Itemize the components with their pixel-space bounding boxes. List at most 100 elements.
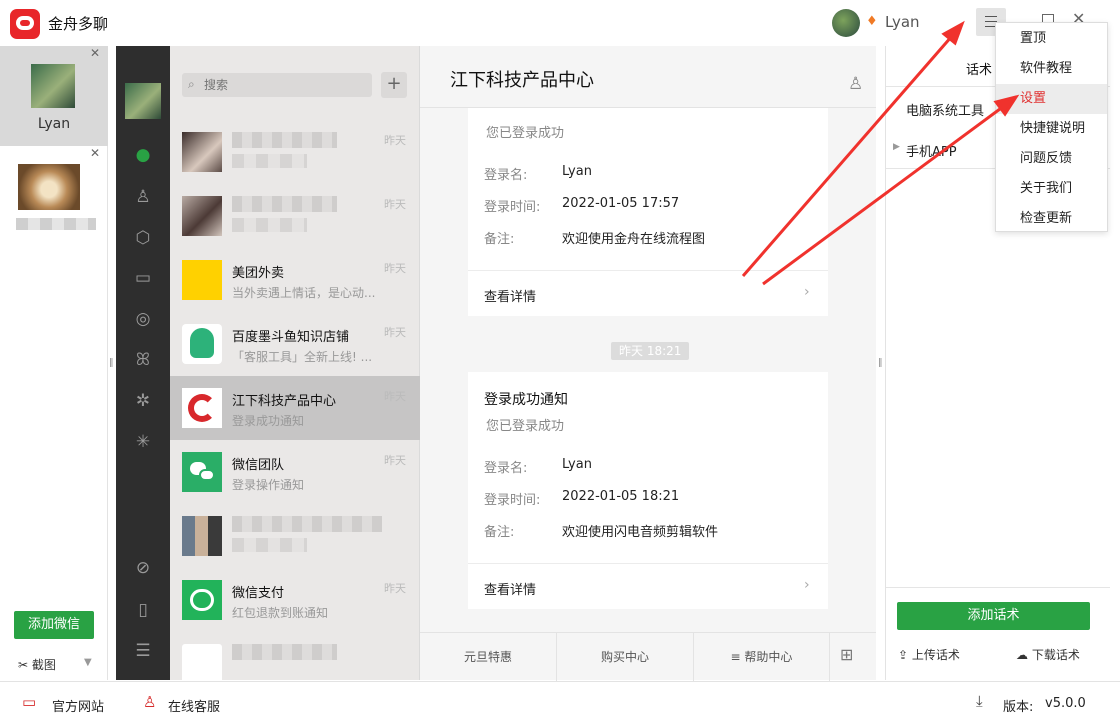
menu-item-tutorial[interactable]: 软件教程 (996, 54, 1107, 84)
close-account-icon[interactable]: ✕ (90, 46, 100, 60)
box-icon[interactable]: ⬡ (131, 226, 155, 250)
chat-item[interactable]: 美团外卖 当外卖遇上情话，是心动... 昨天 (170, 248, 420, 312)
menu-item-about[interactable]: 关于我们 (996, 174, 1107, 204)
title-bar (0, 0, 1120, 46)
chat-time: 昨天 (384, 198, 406, 211)
sidebar-avatar[interactable] (125, 83, 161, 119)
account-avatar[interactable] (18, 164, 80, 210)
collapse-left-handle[interactable]: ‖ (109, 358, 114, 368)
add-wechat-button[interactable]: 添加微信 (14, 611, 94, 639)
chat-last-message: 当外卖遇上情话，是心动... (232, 286, 376, 300)
download-update-icon[interactable]: ⤓ (976, 692, 983, 710)
note-label: 备注: (484, 232, 515, 247)
user-avatar[interactable] (832, 9, 860, 37)
chat-name-blurred (232, 516, 382, 532)
chat-last-message: 登录成功通知 (232, 414, 305, 428)
meituan-avatar (182, 260, 222, 300)
version-label: 版本: (1003, 700, 1034, 715)
menu-item-pin[interactable]: 置顶 (996, 24, 1107, 54)
phone-icon[interactable]: ▯ (131, 598, 155, 622)
view-detail-link[interactable]: 查看详情 (484, 579, 536, 598)
chat-name-blurred (232, 132, 337, 148)
screenshot-dropdown-icon[interactable]: ▼ (84, 657, 92, 668)
account-name-blurred (16, 218, 96, 230)
main-menu-dropdown: 置顶 软件教程 设置 快捷键说明 问题反馈 关于我们 检查更新 (995, 22, 1108, 232)
divider (886, 587, 1110, 588)
search-input[interactable] (204, 78, 364, 92)
account-column: Lyan ✕ ✕ 添加微信 ✂ 截图 ▼ (0, 46, 108, 680)
login-name-value: Lyan (562, 164, 592, 179)
message-timestamp: 昨天 18:21 (611, 342, 690, 360)
menu-item-feedback[interactable]: 问题反馈 (996, 144, 1107, 174)
chat-time: 昨天 (384, 134, 406, 147)
script-group-mobile-app[interactable]: 手机APP (906, 141, 957, 160)
card-subtitle: 您已登录成功 (486, 126, 565, 141)
chat-item-active[interactable]: 江下科技产品中心 登录成功通知 昨天 (170, 376, 420, 440)
screenshot-button[interactable]: ✂ 截图 (18, 656, 56, 673)
view-detail-link[interactable]: 查看详情 (484, 286, 536, 305)
contacts-icon[interactable]: ♙ (131, 185, 155, 209)
screenshot-label: 截图 (31, 658, 56, 672)
chat-item[interactable]: 微信支付 红包退款到账通知 昨天 (170, 568, 420, 632)
profile-icon[interactable]: ♙ (848, 74, 863, 94)
keyboard-icon[interactable]: ⊞ (840, 645, 853, 664)
account-name: Lyan (37, 116, 71, 132)
monitor-icon: ▭ (22, 693, 37, 711)
download-script-button[interactable]: ☁ 下载话术 (1016, 646, 1080, 663)
note-value: 欢迎使用金舟在线流程图 (562, 232, 706, 247)
wechat-team-avatar (182, 452, 222, 492)
chat-name-blurred (232, 644, 337, 660)
chat-item[interactable]: 微信团队 登录操作通知 昨天 (170, 440, 420, 504)
card-divider (468, 270, 828, 271)
menu-item-shortcuts[interactable]: 快捷键说明 (996, 114, 1107, 144)
collapse-right-handle[interactable]: ‖ (878, 358, 883, 368)
account-item-active[interactable]: Lyan ✕ (0, 46, 108, 146)
settings-icon[interactable]: ✲ (131, 389, 155, 413)
chevron-right-icon[interactable]: › (804, 577, 810, 593)
tab-new-year-sale[interactable]: 元旦特惠 (420, 633, 557, 681)
folder-icon[interactable]: ▭ (131, 266, 155, 290)
menu-icon[interactable]: ☰ (131, 639, 155, 663)
chat-name-blurred (232, 196, 337, 212)
add-script-button[interactable]: 添加话术 (897, 602, 1090, 630)
upload-label: 上传话术 (911, 648, 960, 662)
butterfly-icon[interactable]: ꕤ (131, 348, 155, 372)
card-subtitle: 您已登录成功 (486, 419, 565, 434)
official-site-link[interactable]: 官方网站 (52, 696, 104, 715)
chat-msg-blurred (232, 154, 307, 168)
chat-avatar (182, 644, 222, 680)
login-time-label: 登录时间: (484, 493, 541, 508)
aperture-icon[interactable]: ◎ (131, 307, 155, 331)
account-avatar (31, 64, 75, 108)
online-service-link[interactable]: 在线客服 (168, 696, 220, 715)
user-name[interactable]: Lyan (885, 13, 920, 31)
chat-item[interactable] (170, 504, 420, 568)
chat-item[interactable]: 昨天 (170, 120, 420, 184)
chat-icon[interactable]: ● (131, 143, 155, 167)
chat-item[interactable]: 昨天 (170, 184, 420, 248)
link-icon[interactable]: ⊘ (131, 556, 155, 580)
chat-time: 昨天 (384, 262, 406, 275)
tab-purchase-center[interactable]: 购买中心 (557, 633, 694, 681)
login-name-label: 登录名: (484, 168, 528, 183)
menu-item-check-update[interactable]: 检查更新 (996, 204, 1107, 234)
expand-arrow-icon[interactable]: ▶ (893, 142, 900, 152)
chat-item[interactable] (170, 632, 420, 680)
version-value: v5.0.0 (1045, 696, 1086, 711)
chevron-right-icon[interactable]: › (804, 284, 810, 300)
add-chat-button[interactable]: + (381, 72, 407, 98)
wechat-pay-avatar (182, 580, 222, 620)
login-time-value: 2022-01-05 17:57 (562, 196, 680, 211)
upload-script-button[interactable]: ⇪ 上传话术 (898, 646, 960, 663)
chat-last-message: 「客服工具」全新上线! ... (232, 350, 373, 364)
chat-avatar (182, 196, 222, 236)
close-account-icon[interactable]: ✕ (90, 146, 100, 160)
tab-scripts[interactable]: 话术 (966, 59, 992, 78)
menu-item-settings[interactable]: 设置 (996, 84, 1107, 114)
tab-help-center[interactable]: ≡ 帮助中心 (694, 633, 830, 681)
chat-item[interactable]: 百度墨斗鱼知识店铺 「客服工具」全新上线! ... 昨天 (170, 312, 420, 376)
sparkle-icon[interactable]: ✳ (131, 430, 155, 454)
script-group-pc-tools[interactable]: 电脑系统工具 (906, 100, 984, 119)
card-divider (468, 563, 828, 564)
chat-name: 百度墨斗鱼知识店铺 (232, 330, 350, 345)
